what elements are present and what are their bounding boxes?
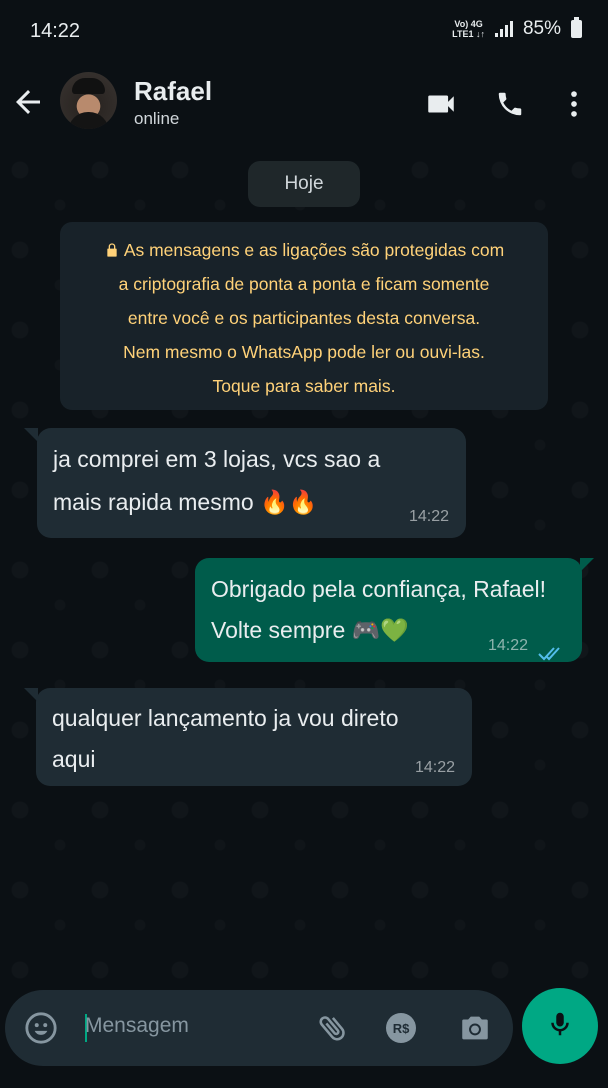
contact-name[interactable]: Rafael <box>134 76 212 107</box>
date-chip: Hoje <box>248 161 360 207</box>
chat-header: Rafael online <box>0 66 608 150</box>
encryption-notice-link[interactable]: Toque para saber mais. <box>60 369 548 403</box>
voice-call-icon[interactable] <box>492 86 528 122</box>
message-text: aqui <box>52 746 96 772</box>
encryption-notice-line3: entre você e os participantes desta conv… <box>127 308 481 328</box>
payment-label: R$ <box>386 1013 416 1043</box>
encryption-notice[interactable]: As mensagens e as ligações são protegida… <box>60 222 548 410</box>
encryption-notice-line4: Nem mesmo o WhatsApp pode ler ou ouvi-la… <box>123 342 485 362</box>
video-call-icon[interactable] <box>423 86 459 122</box>
message-text: mais rapida mesmo 🔥🔥 <box>53 489 318 515</box>
contact-presence: online <box>134 109 180 128</box>
more-vert-icon[interactable] <box>556 86 592 122</box>
message-text: ja comprei em 3 lojas, vcs sao a <box>53 446 381 472</box>
encryption-notice-line1: As mensagens e as ligações são protegida… <box>60 233 548 267</box>
attach-icon[interactable] <box>315 1010 351 1046</box>
network-top-label: Vo) 4G <box>454 19 483 29</box>
payment-icon[interactable]: R$ <box>383 1010 419 1046</box>
status-time: 14:22 <box>30 20 81 42</box>
status-bar: 14:22 Vo) 4G LTE1 ↓↑ 85% <box>0 0 608 66</box>
message-text: qualquer lançamento ja vou direto <box>52 705 399 731</box>
battery-percent: 85% <box>522 18 561 39</box>
bubble-tail <box>24 428 38 442</box>
back-arrow-icon[interactable] <box>10 84 46 120</box>
message-time: 14:22 <box>415 759 456 776</box>
chat-area[interactable]: Hoje As mensagens e as ligações são prot… <box>0 150 608 988</box>
message-time: 14:22 <box>409 508 450 525</box>
status-indicators: Vo) 4G LTE1 ↓↑ 85% <box>452 17 582 40</box>
message-bubble-incoming[interactable]: ja comprei em 3 lojas, vcs sao a mais ra… <box>37 428 466 538</box>
read-ticks-icon <box>537 635 565 677</box>
network-bottom-label: LTE1 ↓↑ <box>452 29 485 39</box>
bubble-tail <box>580 558 594 572</box>
message-text: Obrigado pela confiança, Rafael! <box>211 576 546 602</box>
lock-icon <box>107 243 117 257</box>
message-input-bar[interactable]: Mensagem R$ <box>5 990 513 1066</box>
message-bubble-outgoing[interactable]: Obrigado pela confiança, Rafael! Volte s… <box>195 558 582 662</box>
mic-icon <box>545 1009 575 1044</box>
avatar[interactable] <box>60 72 117 129</box>
emoji-icon[interactable] <box>23 1010 59 1046</box>
camera-icon[interactable] <box>457 1010 493 1046</box>
message-text: Volte sempre 🎮💚 <box>211 617 409 643</box>
signal-icon <box>494 21 513 37</box>
mic-button[interactable] <box>522 988 598 1064</box>
message-bubble-incoming[interactable]: qualquer lançamento ja vou direto aqui 1… <box>36 688 472 786</box>
message-time: 14:22 <box>488 637 529 654</box>
encryption-notice-line2: a criptografia de ponta a ponta e ficam … <box>118 274 490 294</box>
battery-icon <box>571 17 582 38</box>
composer: Mensagem R$ <box>0 988 608 1088</box>
message-input[interactable]: Mensagem <box>85 1014 189 1038</box>
network-indicator: Vo) 4G LTE1 ↓↑ <box>452 19 485 39</box>
